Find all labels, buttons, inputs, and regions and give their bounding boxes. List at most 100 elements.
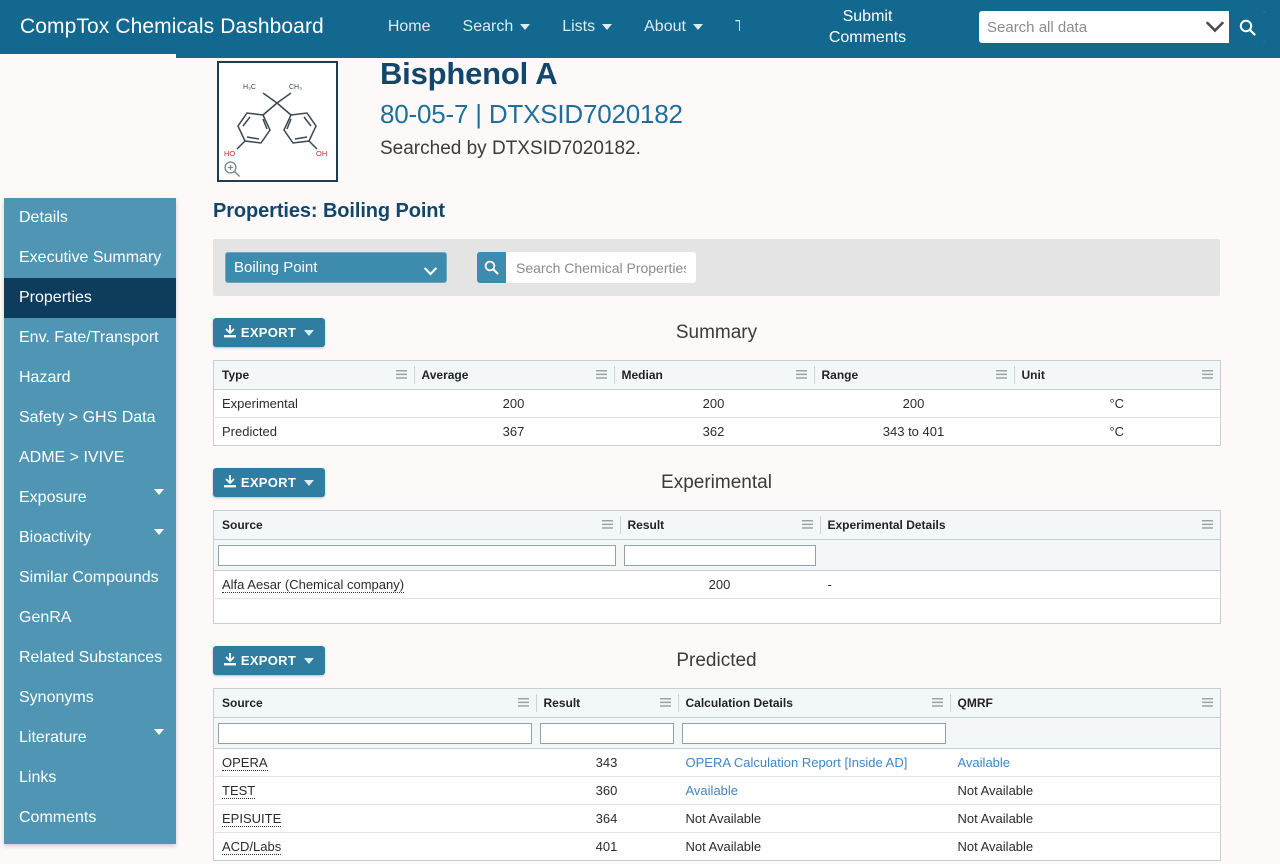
column-menu-icon[interactable] — [801, 518, 813, 532]
column-menu-icon[interactable] — [1202, 368, 1213, 382]
submit-comments-button[interactable]: Submit Comments — [740, 0, 995, 54]
property-select-wrapper: Boiling Point — [213, 252, 447, 283]
chevron-down-icon — [602, 24, 613, 30]
column-menu-icon[interactable] — [1202, 518, 1213, 532]
cell-result: 401 — [595, 839, 618, 854]
chevron-down-icon[interactable] — [154, 489, 164, 495]
column-menu-icon[interactable] — [601, 518, 613, 532]
chevron-down-icon — [304, 329, 315, 336]
column-header-source[interactable]: Source — [213, 510, 620, 540]
sidebar-item-safety-ghs-data[interactable]: Safety > GHS Data — [4, 398, 176, 438]
column-header-source[interactable]: Source — [213, 688, 536, 718]
column-menu-icon[interactable] — [795, 368, 807, 382]
chemical-name: Bisphenol A — [380, 56, 558, 91]
column-filter-input[interactable] — [539, 722, 674, 744]
property-select[interactable]: Boiling Point — [225, 252, 447, 283]
sidebar-item-literature[interactable]: Literature — [4, 718, 176, 758]
predicted-table-head: Source Result Calculation Details QMRF — [213, 688, 1221, 718]
predicted-table: Source Result Calculation Details QMRF OPER… — [213, 688, 1221, 861]
source-link[interactable]: TEST — [222, 783, 256, 799]
sidebar-item-label: Env. Fate/Transport — [19, 329, 159, 346]
global-search-button[interactable] — [1229, 11, 1266, 43]
column-header-range[interactable]: Range — [813, 360, 1014, 390]
source-link[interactable]: EPISUITE — [222, 811, 282, 827]
summary-title: Summary — [675, 322, 758, 343]
source-link[interactable]: OPERA — [222, 755, 268, 771]
calculation-details-value: Not Available — [685, 839, 762, 854]
download-icon — [223, 323, 236, 341]
column-filter-input[interactable] — [681, 722, 946, 744]
chevron-down-icon — [304, 479, 315, 486]
table-row: ACD/Labs 401 Not Available Not Available — [214, 833, 1221, 861]
nav-item-about[interactable]: About — [628, 0, 719, 54]
column-menu-icon[interactable] — [517, 696, 529, 710]
sidebar-item-details[interactable]: Details — [4, 198, 176, 238]
column-menu-icon[interactable] — [595, 368, 607, 382]
submit-comments-line1: Submit — [842, 8, 893, 25]
app-brand[interactable]: CompTox Chemicals Dashboard — [20, 15, 324, 39]
column-menu-icon[interactable] — [659, 696, 671, 710]
cell-unit: °C — [1013, 389, 1221, 418]
chevron-down-icon[interactable] — [154, 729, 164, 735]
chemical-structure-thumbnail[interactable]: H₃C CH₃ HO OH — [217, 61, 338, 182]
export-predicted-button[interactable]: EXPORT — [213, 646, 325, 675]
magnifier-plus-icon[interactable] — [223, 160, 241, 178]
cell-result: 343 — [535, 748, 678, 777]
export-label: EXPORT — [240, 325, 297, 340]
column-header-unit[interactable]: Unit — [1013, 360, 1221, 390]
column-header-label: Result — [543, 696, 581, 710]
sidebar-item-synonyms[interactable]: Synonyms — [4, 678, 176, 718]
sidebar-item-exposure[interactable]: Exposure — [4, 478, 176, 518]
sidebar-item-executive-summary[interactable]: Executive Summary — [4, 238, 176, 278]
column-filter-input[interactable] — [218, 722, 532, 744]
column-header-type[interactable]: Type — [213, 360, 414, 390]
column-menu-icon[interactable] — [395, 368, 407, 382]
nav-item-home[interactable]: Home — [372, 0, 447, 54]
column-header-result[interactable]: Result — [619, 510, 820, 540]
sidebar-item-properties[interactable]: Properties — [4, 278, 176, 318]
cell-type: Predicted — [222, 424, 277, 439]
column-header-calculation-details[interactable]: Calculation Details — [677, 688, 950, 718]
nav-item-lists[interactable]: Lists — [546, 0, 628, 54]
nav-item-search[interactable]: Search — [447, 0, 547, 54]
global-search-dropdown-toggle[interactable] — [1201, 11, 1229, 43]
chevron-down-icon[interactable] — [154, 529, 164, 535]
property-search-input[interactable] — [506, 252, 696, 283]
sidebar-item-env-fate-transport[interactable]: Env. Fate/Transport — [4, 318, 176, 358]
calculation-details-value[interactable]: OPERA Calculation Report [Inside AD] — [686, 755, 908, 770]
column-menu-icon[interactable] — [931, 696, 943, 710]
hero-accent-bar — [176, 54, 1280, 58]
column-header-experimental-details[interactable]: Experimental Details — [819, 510, 1221, 540]
column-header-median[interactable]: Median — [613, 360, 814, 390]
predicted-title: Predicted — [676, 650, 757, 671]
source-link[interactable]: Alfa Aesar (Chemical company) — [222, 577, 405, 593]
column-header-result[interactable]: Result — [535, 688, 678, 718]
cell-source: ACD/Labs — [214, 833, 536, 861]
column-filter-input[interactable] — [218, 544, 616, 566]
column-filter-row — [213, 539, 1221, 571]
sidebar-item-hazard[interactable]: Hazard — [4, 358, 176, 398]
sidebar-item-links[interactable]: Links — [4, 758, 176, 798]
property-search-button[interactable] — [477, 252, 506, 283]
calculation-details-value[interactable]: Available — [686, 783, 739, 798]
filter-cell — [819, 539, 1221, 571]
sidebar-item-genra[interactable]: GenRA — [4, 598, 176, 638]
global-search-input[interactable] — [979, 11, 1201, 43]
source-link[interactable]: ACD/Labs — [222, 839, 282, 855]
svg-text:CH₃: CH₃ — [289, 84, 302, 91]
sidebar-item-adme-ivive[interactable]: ADME > IVIVE — [4, 438, 176, 478]
sidebar-item-related-substances[interactable]: Related Substances — [4, 638, 176, 678]
qmrf-value[interactable]: Available — [958, 755, 1011, 770]
column-header-qmrf[interactable]: QMRF — [949, 688, 1221, 718]
column-menu-icon[interactable] — [995, 368, 1007, 382]
column-header-label: Result — [627, 518, 665, 532]
nav-label: Lists — [562, 18, 596, 35]
export-summary-button[interactable]: EXPORT — [213, 318, 325, 347]
export-experimental-button[interactable]: EXPORT — [213, 468, 325, 497]
sidebar-item-similar-compounds[interactable]: Similar Compounds — [4, 558, 176, 598]
sidebar-item-bioactivity[interactable]: Bioactivity — [4, 518, 176, 558]
column-menu-icon[interactable] — [1202, 696, 1213, 710]
sidebar-item-comments[interactable]: Comments — [4, 798, 176, 838]
column-header-average[interactable]: Average — [413, 360, 614, 390]
column-filter-input[interactable] — [623, 544, 816, 566]
